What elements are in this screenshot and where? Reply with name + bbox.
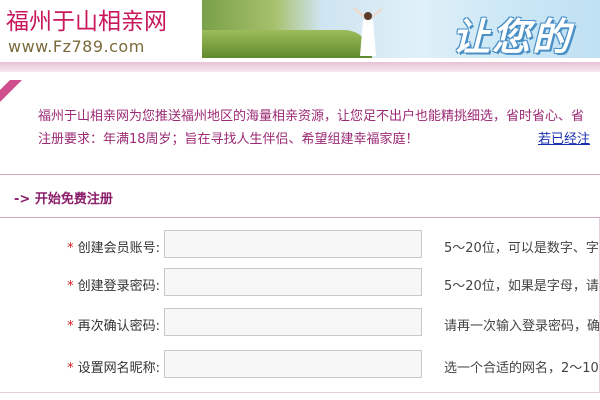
banner-woman-figure bbox=[353, 7, 383, 56]
banner-grass-image bbox=[202, 30, 372, 58]
account-input[interactable] bbox=[164, 230, 422, 258]
required-mark: * bbox=[67, 241, 74, 256]
password-hint: 5～20位，如果是字母，请 bbox=[444, 279, 599, 294]
account-label: 创建会员账号: bbox=[77, 241, 160, 256]
confirm-password-label: 再次确认密码: bbox=[77, 319, 160, 334]
header-divider bbox=[0, 62, 600, 72]
account-hint: 5～20位，可以是数字、字 bbox=[444, 241, 599, 256]
site-logo[interactable]: 福州于山相亲网 www.Fz789.com bbox=[0, 0, 200, 62]
nickname-label: 设置网名昵称: bbox=[77, 361, 160, 376]
intro-text: 福州于山相亲网为您推送福州地区的海量相亲资源，让您足不出户也能精挑细选，省时省心… bbox=[38, 109, 585, 124]
section-title: -> 开始免费注册 bbox=[14, 192, 113, 207]
nickname-hint: 选一个合适的网名，2～10 bbox=[444, 361, 599, 376]
field-label: * 创建会员账号: bbox=[67, 237, 160, 256]
registration-requirements: 注册要求：年满18周岁；旨在寻找人生伴侣、希望组建幸福家庭！ bbox=[38, 132, 419, 147]
logo-title: 福州于山相亲网 bbox=[6, 9, 167, 35]
password-input[interactable] bbox=[164, 268, 422, 296]
logo-url: www.Fz789.com bbox=[8, 37, 145, 56]
required-mark: * bbox=[67, 361, 74, 376]
password-label: 创建登录密码: bbox=[77, 279, 160, 294]
intro-panel: 福州于山相亲网为您推送福州地区的海量相亲资源，让您足不出户也能精挑细选，省时省心… bbox=[0, 72, 600, 160]
field-label: * 创建登录密码: bbox=[67, 275, 160, 294]
ribbon-corner-icon bbox=[0, 80, 22, 102]
form-border-bottom bbox=[0, 392, 600, 393]
field-label: * 再次确认密码: bbox=[67, 315, 160, 334]
field-label: * 设置网名昵称: bbox=[67, 357, 160, 376]
form-row-password: * 创建登录密码: 5～20位，如果是字母，请 bbox=[0, 264, 600, 304]
required-mark: * bbox=[67, 319, 74, 334]
site-header: 福州于山相亲网 www.Fz789.com 让您的 bbox=[0, 0, 600, 72]
header-banner: 让您的 bbox=[202, 0, 600, 58]
form-row-account: * 创建会员账号: 5～20位，可以是数字、字 bbox=[0, 226, 600, 266]
required-mark: * bbox=[67, 279, 74, 294]
nickname-input[interactable] bbox=[164, 350, 422, 378]
register-section-header: -> 开始免费注册 bbox=[0, 174, 600, 218]
form-row-confirm-password: * 再次确认密码: 请再一次输入登录密码，确 bbox=[0, 304, 600, 344]
confirm-password-hint: 请再一次输入登录密码，确 bbox=[444, 319, 600, 334]
already-registered-link[interactable]: 若已经注 bbox=[538, 128, 590, 147]
banner-slogan: 让您的 bbox=[452, 15, 573, 58]
form-row-nickname: * 设置网名昵称: 选一个合适的网名，2～10 bbox=[0, 346, 600, 386]
confirm-password-input[interactable] bbox=[164, 308, 422, 336]
